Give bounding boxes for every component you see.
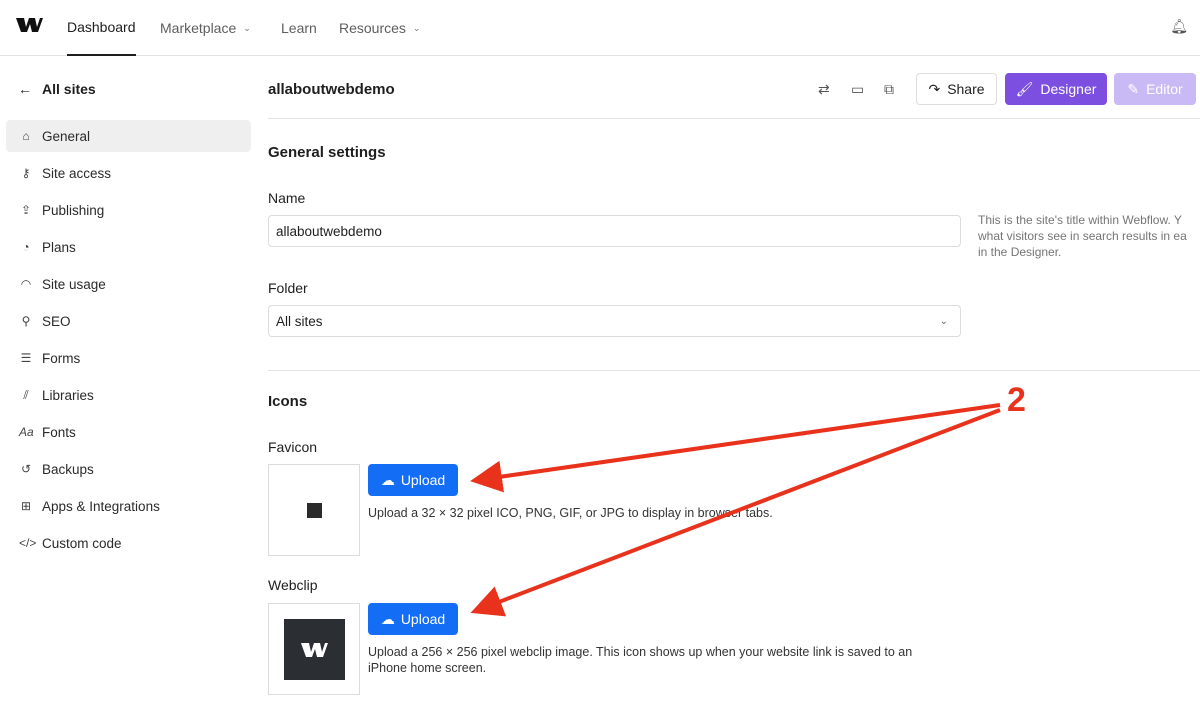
apps-icon: ⊞	[20, 499, 32, 513]
favicon-preview	[268, 464, 360, 556]
sidebar-item-backups[interactable]: ↺ Backups	[6, 453, 251, 485]
sidebar-item-general[interactable]: ⌂ General	[6, 120, 251, 152]
sidebar-item-label: Libraries	[42, 387, 94, 403]
back-label: All sites	[42, 81, 96, 97]
nav-label: Marketplace	[160, 20, 237, 36]
chevron-down-icon: ⌄	[939, 315, 948, 327]
sidebar-item-site-usage[interactable]: ◠ Site usage	[6, 268, 251, 300]
nav-label: Resources	[339, 20, 406, 36]
help-line: This is the site's title within Webflow.…	[978, 213, 1182, 227]
general-settings-heading: General settings	[268, 144, 386, 161]
sidebar-item-libraries[interactable]: ⫽ Libraries	[6, 379, 251, 411]
backup-icon: ↺	[20, 462, 32, 476]
nav-resources[interactable]: Resources ⌄	[339, 0, 420, 56]
editor-button[interactable]: ✎ Editor	[1114, 73, 1196, 105]
pencil-icon: ✎	[1127, 80, 1140, 97]
editor-label: Editor	[1146, 81, 1183, 97]
annotation-number: 2	[1007, 381, 1026, 419]
arrow-favicon	[470, 403, 1001, 493]
designer-button[interactable]: 🖌︎ Designer	[1005, 73, 1107, 105]
webclip-upload-button[interactable]: ☁︎ Upload	[368, 603, 458, 635]
plans-icon: ◔	[22, 240, 30, 254]
fonts-icon: Aa	[19, 425, 34, 439]
webclip-description: Upload a 256 × 256 pixel webclip image. …	[368, 644, 912, 676]
sidebar-item-fonts[interactable]: Aa Fonts	[6, 416, 251, 448]
publish-icon: ⇪	[20, 203, 32, 217]
help-line: what visitors see in search results in e…	[978, 229, 1187, 243]
nav-label: Learn	[281, 20, 317, 36]
webclip-preview	[268, 603, 360, 695]
desc-line: iPhone home screen.	[368, 661, 487, 675]
duplicate-icon[interactable]: ⧉	[884, 81, 894, 98]
archive-icon[interactable]: ▭	[851, 81, 864, 98]
webclip-label: Webclip	[268, 577, 318, 593]
sidebar-item-seo[interactable]: ⚲ SEO	[6, 305, 251, 337]
help-line: in the Designer.	[978, 245, 1062, 259]
share-icon: ↷	[928, 80, 941, 97]
sidebar-item-label: Site usage	[42, 276, 106, 292]
folder-value: All sites	[276, 313, 323, 329]
nav-marketplace[interactable]: Marketplace ⌄	[160, 0, 251, 56]
desc-line: Upload a 256 × 256 pixel webclip image. …	[368, 645, 913, 659]
chevron-down-icon: ⌄	[412, 22, 421, 33]
sidebar-item-site-access[interactable]: ⚷ Site access	[6, 157, 251, 189]
favicon-image	[307, 503, 322, 518]
transfer-icon[interactable]: ⇄	[818, 81, 830, 98]
webclip-image	[284, 619, 345, 680]
sidebar-item-label: General	[42, 128, 91, 144]
sidebar-item-apps[interactable]: ⊞ Apps & Integrations	[6, 490, 251, 522]
webflow-logo[interactable]	[16, 16, 43, 34]
name-input[interactable]: allaboutwebdemo	[268, 215, 961, 247]
arrow-left-icon: ←	[18, 81, 32, 97]
sidebar-item-publishing[interactable]: ⇪ Publishing	[6, 194, 251, 226]
sidebar-item-label: Fonts	[42, 424, 76, 440]
upload-label: Upload	[400, 472, 446, 488]
favicon-upload-button[interactable]: ☁︎ Upload	[368, 464, 458, 496]
upload-cloud-icon: ☁︎	[380, 610, 395, 627]
sidebar-item-custom-code[interactable]: </> Custom code	[6, 527, 251, 559]
sidebar-item-label: Custom code	[42, 535, 122, 551]
sidebar-item-label: Backups	[42, 461, 94, 477]
share-label: Share	[947, 81, 985, 97]
sidebar-item-label: Plans	[42, 239, 76, 255]
top-nav: Dashboard Marketplace ⌄ Learn Resources ⌄ …	[0, 0, 1200, 56]
designer-label: Designer	[1040, 81, 1097, 97]
sidebar-item-label: Site access	[42, 165, 112, 181]
name-value: allaboutwebdemo	[276, 223, 382, 239]
nav-dashboard[interactable]: Dashboard	[67, 0, 136, 56]
nav-learn[interactable]: Learn	[281, 0, 317, 56]
upload-cloud-icon: ☁︎	[380, 471, 395, 488]
divider	[268, 370, 1200, 371]
sidebar-item-label: Forms	[42, 350, 81, 366]
key-icon: ⚷	[21, 166, 31, 180]
folder-select[interactable]: All sites ⌄	[268, 305, 961, 337]
sidebar-item-forms[interactable]: ☰ Forms	[6, 342, 251, 374]
chevron-down-icon: ⌄	[243, 22, 251, 33]
icons-heading: Icons	[268, 393, 308, 410]
favicon-label: Favicon	[268, 439, 318, 455]
bell-icon[interactable]: 🔔︎	[1170, 18, 1188, 35]
forms-icon: ☰	[20, 351, 32, 365]
name-help-text: This is the site's title within Webflow.…	[978, 212, 1187, 260]
home-icon: ⌂	[22, 129, 30, 143]
favicon-description: Upload a 32 × 32 pixel ICO, PNG, GIF, or…	[368, 506, 773, 520]
sidebar-item-label: SEO	[42, 313, 71, 329]
code-icon: </>	[19, 536, 37, 550]
all-sites-link[interactable]: ← All sites	[18, 81, 96, 97]
upload-label: Upload	[400, 611, 446, 627]
search-icon: ⚲	[21, 314, 31, 328]
sidebar-item-plans[interactable]: ◔ Plans	[6, 231, 251, 263]
name-label: Name	[268, 190, 306, 206]
folder-label: Folder	[268, 280, 308, 296]
sidebar-item-label: Publishing	[42, 202, 105, 218]
site-title: allaboutwebdemo	[268, 81, 395, 98]
brush-icon: 🖌︎	[1015, 80, 1034, 97]
gauge-icon: ◠	[20, 277, 32, 291]
libraries-icon: ⫽	[23, 387, 29, 402]
nav-label: Dashboard	[67, 19, 136, 35]
sidebar-item-label: Apps & Integrations	[42, 498, 160, 514]
share-button[interactable]: ↷ Share	[916, 73, 997, 105]
divider	[268, 118, 1200, 119]
